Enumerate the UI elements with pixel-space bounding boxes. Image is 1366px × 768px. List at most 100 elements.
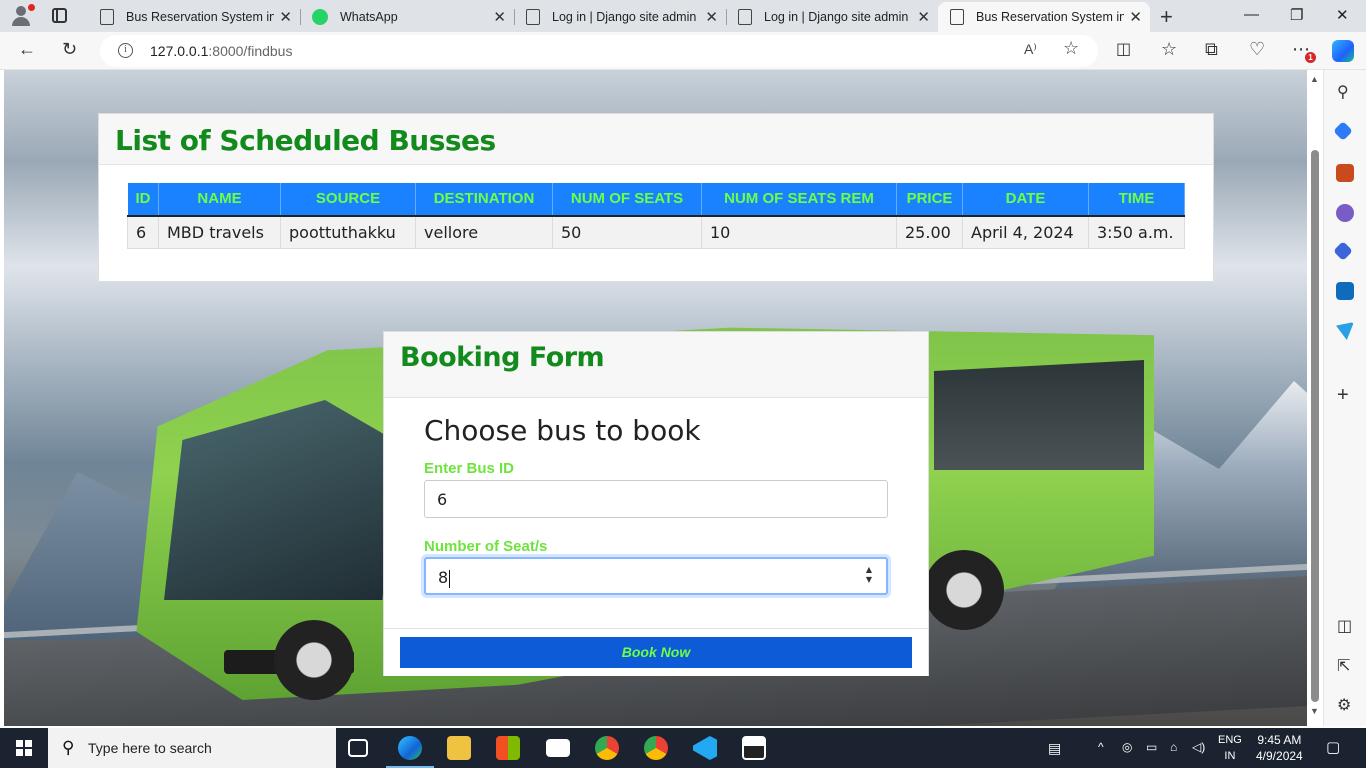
read-aloud-icon[interactable]: A⁾ [1024, 41, 1037, 58]
windows-start-icon[interactable] [16, 740, 32, 756]
file-explorer-icon[interactable] [447, 736, 471, 760]
column-header: ID [127, 182, 159, 217]
task-view-icon[interactable] [348, 739, 368, 757]
network-icon[interactable]: ⌂ [1170, 740, 1177, 754]
seats-number-input[interactable]: 8 ▲ ▼ [424, 557, 888, 595]
photos-icon[interactable] [742, 736, 766, 760]
table-cell: vellore [415, 215, 553, 249]
tab-actions-icon[interactable] [52, 8, 67, 23]
notifications-icon[interactable]: ▢ [1326, 738, 1340, 756]
number-stepper-icon[interactable]: ▲ ▼ [866, 565, 872, 585]
edge-icon[interactable] [386, 736, 434, 768]
tab-title: Log in | Django site admin [764, 10, 909, 24]
mail-icon[interactable] [546, 739, 570, 757]
sidebar-microsoft365-icon[interactable] [1333, 241, 1353, 261]
table-row: 6 MBD travels poottuthakku vellore 50 10… [127, 215, 1185, 249]
bus-id-input[interactable]: 6 [424, 480, 888, 518]
table-cell: MBD travels [158, 215, 281, 249]
chrome-profile-icon[interactable] [644, 736, 668, 760]
booking-form-card: Booking Form Choose bus to book Enter Bu… [383, 331, 929, 676]
sidebar-external-link-icon[interactable]: ⇱ [1337, 656, 1350, 676]
scroll-down-arrow-icon[interactable]: ▼ [1310, 706, 1319, 716]
tab-django-admin-2[interactable]: Log in | Django site admin ✕ [726, 2, 938, 32]
sidebar-drop-icon[interactable] [1336, 322, 1354, 340]
collections-icon[interactable]: ⧉ [1205, 39, 1218, 60]
sidebar-search-icon[interactable]: ⚲ [1337, 82, 1349, 102]
vscode-icon[interactable] [693, 736, 717, 760]
show-hidden-icons-chevron-icon[interactable]: ^ [1098, 740, 1104, 754]
table-cell: 25.00 [896, 215, 963, 249]
edge-sidebar: ⚲ + ◫ ⇱ ⚙ [1323, 70, 1366, 726]
column-header: DATE [962, 182, 1089, 217]
text-caret [449, 569, 451, 588]
copilot-icon[interactable] [1332, 40, 1354, 62]
close-icon[interactable]: ✕ [917, 8, 930, 26]
tab-django-admin-1[interactable]: Log in | Django site admin ✕ [514, 2, 727, 32]
sidebar-outlook-icon[interactable] [1336, 282, 1354, 300]
tab-whatsapp[interactable]: WhatsApp ✕ [300, 2, 515, 32]
window-close-icon[interactable]: ✕ [1336, 6, 1349, 24]
page-icon [100, 9, 114, 25]
new-tab-icon[interactable]: + [1160, 4, 1173, 30]
sidebar-split-icon[interactable]: ◫ [1337, 616, 1352, 636]
column-header: NAME [158, 182, 281, 217]
bus-schedule-table: ID NAME SOURCE DESTINATION NUM OF SEATS … [127, 182, 1185, 249]
restore-icon[interactable]: ❐ [1290, 6, 1303, 24]
language-indicator[interactable]: ENG IN [1218, 732, 1242, 764]
address-bar[interactable]: i 127.0.0.1:8000/findbus A⁾ ☆ [100, 35, 1098, 67]
meet-now-icon[interactable]: ◎ [1122, 740, 1132, 754]
form-subheading: Choose bus to book [424, 414, 701, 447]
favorite-star-icon[interactable]: ☆ [1063, 38, 1079, 59]
battery-icon[interactable]: ▭ [1146, 740, 1157, 754]
page-icon [950, 9, 964, 25]
seats-label: Number of Seat/s [424, 538, 548, 555]
scroll-up-arrow-icon[interactable]: ▲ [1310, 74, 1319, 84]
clock-date: 4/9/2024 [1256, 749, 1303, 763]
refresh-icon[interactable]: ↻ [62, 39, 77, 60]
column-header: NUM OF SEATS [552, 182, 702, 217]
column-header: PRICE [896, 182, 963, 217]
page-title: List of Scheduled Busses [115, 124, 496, 157]
tab-bus-reservation-1[interactable]: Bus Reservation System in D ✕ [88, 2, 301, 32]
site-info-icon[interactable]: i [118, 43, 133, 58]
search-icon: ⚲ [62, 738, 75, 757]
close-icon[interactable]: ✕ [493, 8, 506, 26]
page-scrollbar[interactable]: ▲ ▼ [1307, 70, 1323, 726]
close-icon[interactable]: ✕ [1129, 8, 1142, 26]
tab-bus-reservation-active[interactable]: Bus Reservation System in D ✕ [938, 2, 1150, 32]
table-cell: April 4, 2024 [962, 215, 1089, 249]
browser-toolbar: ← ↻ i 127.0.0.1:8000/findbus A⁾ ☆ ◫ ☆ ⧉ … [0, 32, 1366, 70]
volume-icon[interactable]: ◁) [1192, 740, 1205, 754]
store-icon[interactable] [496, 736, 520, 760]
split-screen-icon[interactable]: ◫ [1116, 39, 1131, 59]
sidebar-tools-icon[interactable] [1336, 164, 1354, 182]
notification-badge: 1 [1305, 52, 1316, 63]
booking-form-title: Booking Form [400, 342, 605, 373]
page-background: List of Scheduled Busses ID NAME SOURCE … [4, 70, 1307, 726]
sidebar-shopping-icon[interactable] [1333, 121, 1353, 141]
sidebar-settings-gear-icon[interactable]: ⚙ [1337, 695, 1351, 715]
bus-id-label: Enter Bus ID [424, 460, 515, 477]
back-arrow-icon[interactable]: ← [18, 39, 36, 60]
book-now-button[interactable]: Book Now [400, 637, 912, 668]
close-icon[interactable]: ✕ [279, 8, 292, 26]
system-clock[interactable]: 9:45 AM 4/9/2024 [1256, 732, 1303, 764]
taskbar-search-box[interactable]: ⚲ Type here to search [48, 728, 336, 768]
favorites-icon[interactable]: ☆ [1161, 39, 1177, 60]
profile-avatar-icon[interactable] [8, 4, 36, 28]
close-icon[interactable]: ✕ [705, 8, 718, 26]
url-text[interactable]: 127.0.0.1:8000/findbus [150, 43, 292, 59]
bus-id-value: 6 [437, 490, 448, 509]
minimize-icon[interactable]: — [1244, 6, 1259, 23]
table-cell: 6 [127, 215, 159, 249]
chrome-icon[interactable] [595, 736, 619, 760]
tab-title: WhatsApp [340, 10, 398, 24]
sidebar-add-icon[interactable]: + [1337, 384, 1349, 407]
table-cell: 3:50 a.m. [1088, 215, 1185, 249]
browser-essentials-icon[interactable]: ♡ [1249, 39, 1265, 60]
news-widget-icon[interactable]: ▤ [1048, 740, 1061, 757]
card-header: Booking Form [384, 332, 928, 398]
scrollbar-thumb[interactable] [1311, 150, 1319, 702]
sidebar-games-icon[interactable] [1336, 204, 1354, 222]
page-icon [526, 9, 540, 25]
